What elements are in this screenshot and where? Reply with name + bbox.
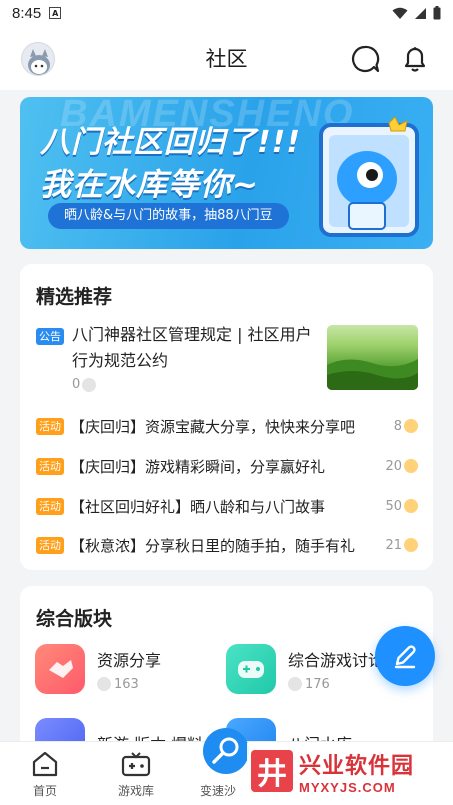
home-icon [32,751,58,777]
featured-title: 精选推荐 [36,286,113,308]
section-count: 163 [97,677,161,692]
list-item-count-value: 8 [393,418,402,434]
comment-icon [82,377,97,392]
speed-center-button[interactable] [203,728,249,774]
watermark-text: 兴业软件园 MYXYJS.COM [299,748,414,795]
notice-comment-count: 0 [72,377,97,392]
tab-label: 游戏库 [117,784,154,798]
list-item-count-value: 50 [385,498,402,514]
notice-thumbnail [327,325,418,390]
section-name: 资源分享 [97,650,162,670]
activity-tag: 活动 [36,497,64,515]
signal-icon [415,7,426,19]
site-watermark: 井 兴业软件园 MYXYJS.COM [247,743,442,799]
app-header: 社区 [0,26,453,90]
wifi-icon [392,7,408,19]
comment-icon [404,419,418,433]
tab-game-library[interactable]: 游戏库 [96,750,176,799]
list-item[interactable]: 活动 【社区回归好礼】晒八龄和与八门故事 50 [36,494,418,518]
list-item-count: 20 [385,459,418,474]
comment-icon [404,499,418,513]
post-icon [288,677,302,691]
sections-title: 综合版块 [36,608,113,630]
list-item[interactable]: 活动 【庆回归】资源宝藏大分享，快快来分享吧 8 [36,414,418,438]
chat-bubble-icon [351,45,380,73]
list-item-count: 21 [385,538,418,553]
notice-tag: 公告 [36,328,64,345]
list-item-text: 【社区回归好礼】晒八龄和与八门故事 [70,497,326,516]
notification-a-icon: A [49,7,62,19]
featured-card: 精选推荐 公告 八门神器社区管理规定 | 社区用户行为规范公约 0 活动 【庆回… [20,264,433,570]
comment-icon [404,459,418,473]
pen-icon [394,645,416,669]
tab-label: 变速沙 [199,784,236,798]
status-icons [392,6,441,20]
activity-tag: 活动 [36,457,64,475]
handshake-icon [35,644,85,694]
banner-subheadline: 我在水库等你~ [40,167,259,203]
section-count-value: 176 [305,676,330,692]
watermark-cn: 兴业软件园 [299,753,415,779]
section-resource-share[interactable]: 资源分享 163 [35,644,161,694]
battery-icon [433,6,441,20]
page-title: 社区 [205,47,248,71]
watermark-logo: 井 [251,750,293,792]
post-icon [97,677,111,691]
list-item-count-value: 21 [385,537,402,553]
activity-tag: 活动 [36,417,64,435]
list-item-count: 8 [394,419,418,434]
section-count: 176 [288,677,384,692]
mascot-illustration [319,117,419,237]
list-item[interactable]: 活动 【秋意浓】分享秋日里的随手拍，随手有礼 21 [36,533,418,557]
tab-speed[interactable]: 变速沙 [178,782,258,799]
bell-icon [404,47,426,72]
notice-count-value: 0 [72,377,81,392]
banner-headline: 八门社区回归了!!! [40,125,302,160]
tab-home[interactable]: 首页 [5,750,85,799]
status-bar: 8:45 A [0,0,453,26]
list-item-count: 50 [385,499,418,514]
list-item-text: 【庆回归】资源宝藏大分享，快快来分享吧 [70,417,356,436]
tab-label: 首页 [32,784,57,798]
grass-image [327,359,418,390]
gamepad-tab-icon [121,752,151,777]
section-name: 综合游戏讨论 [288,650,385,670]
list-item-count-value: 20 [385,458,402,474]
gamepad-icon [226,644,276,694]
list-item-text: 【庆回归】游戏精彩瞬间，分享赢好礼 [70,457,326,476]
list-item[interactable]: 活动 【庆回归】游戏精彩瞬间，分享赢好礼 20 [36,454,418,478]
chat-button[interactable] [350,44,380,74]
notice-item[interactable]: 公告 八门神器社区管理规定 | 社区用户行为规范公约 0 [36,322,418,396]
section-game-discussion[interactable]: 综合游戏讨论 176 [226,644,384,694]
status-time: 8:45 [12,4,42,22]
notice-text: 八门神器社区管理规定 | 社区用户行为规范公约 [72,325,312,370]
watermark-en: MYXYJS.COM [299,779,396,795]
search-key-icon [212,737,239,764]
activity-tag: 活动 [36,536,64,554]
notifications-button[interactable] [400,44,430,74]
compose-post-button[interactable] [375,626,435,686]
comment-icon [404,538,418,552]
section-count-value: 163 [114,676,139,692]
banner-pill: 晒八龄&与八门的故事，抽88八门豆 [48,203,289,229]
promo-banner[interactable]: BAMENSHENQ 八门社区回归了!!! 我在水库等你~ 晒八龄&与八门的故事… [20,97,433,249]
list-item-text: 【秋意浓】分享秋日里的随手拍，随手有礼 [70,536,356,555]
